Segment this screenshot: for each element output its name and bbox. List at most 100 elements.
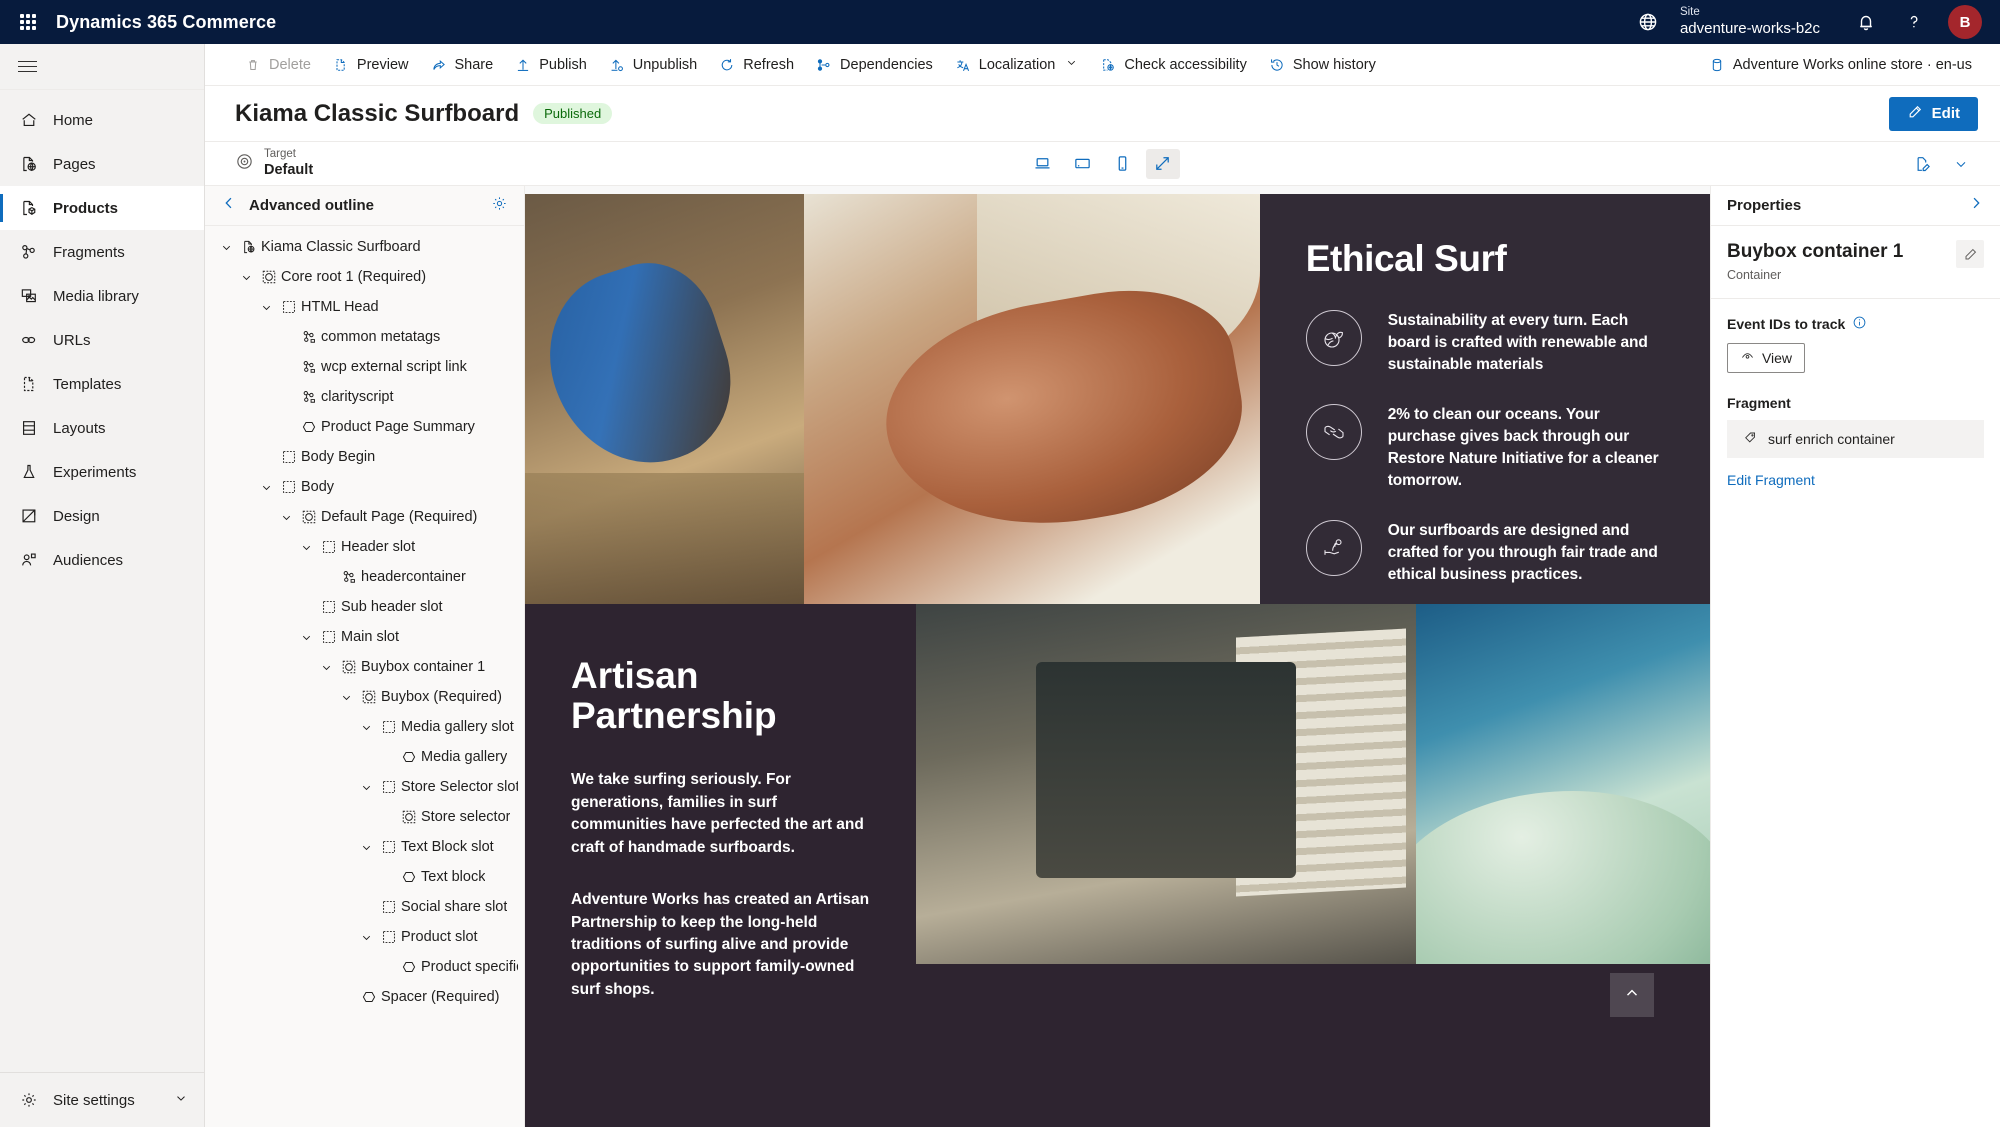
outline-tree-node[interactable]: Default Page (Required)	[205, 502, 524, 532]
outline-tree-node[interactable]: Kiama Classic Surfboard	[205, 232, 524, 262]
outline-node-label: Buybox (Required)	[381, 689, 502, 705]
outline-tree-node[interactable]: Core root 1 (Required)	[205, 262, 524, 292]
chevron-right-icon[interactable]	[1968, 195, 1984, 216]
outline-tree-node[interactable]: Buybox container 1	[205, 652, 524, 682]
view-event-ids-button[interactable]: View	[1727, 342, 1805, 373]
edit-fragment-link[interactable]: Edit Fragment	[1727, 472, 1984, 488]
outline-tree-node[interactable]: Media gallery slot	[205, 712, 524, 742]
info-icon[interactable]	[1852, 315, 1867, 333]
sidebar-item-pages[interactable]: Pages	[0, 142, 204, 186]
page-edit-icon[interactable]	[1906, 149, 1940, 179]
check-accessibility-button[interactable]: Check accessibility	[1090, 48, 1257, 82]
chevron-down-icon[interactable]	[355, 841, 377, 854]
outline-tree-node[interactable]: Main slot	[205, 622, 524, 652]
outline-tree-node[interactable]: Text Block slot	[205, 832, 524, 862]
page-preview-canvas: Ethical Surf Sustainability at every tur…	[525, 186, 1710, 1127]
outline-node-label: Product specification	[421, 959, 518, 975]
outline-tree-node[interactable]: wcp external script link	[205, 352, 524, 382]
preview-button[interactable]: Preview	[323, 48, 419, 82]
chevron-down-icon[interactable]	[1944, 149, 1978, 179]
outline-tree-node[interactable]: Store selector	[205, 802, 524, 832]
slot-icon	[277, 449, 301, 465]
desktop-view-icon[interactable]	[1026, 149, 1060, 179]
slot-icon	[317, 539, 341, 555]
outline-tree-node[interactable]: headercontainer	[205, 562, 524, 592]
outline-tree-node[interactable]: Buybox (Required)	[205, 682, 524, 712]
chevron-down-icon[interactable]	[255, 481, 277, 494]
main-region: Delete Preview Share Publish Unpublish R…	[205, 44, 2000, 1127]
target-selector[interactable]: Target Default	[235, 148, 313, 179]
outline-tree-node[interactable]: Social share slot	[205, 892, 524, 922]
globe-icon[interactable]	[1624, 0, 1672, 44]
chevron-down-icon[interactable]	[335, 691, 357, 704]
outline-tree-node[interactable]: common metatags	[205, 322, 524, 352]
chevron-down-icon[interactable]	[215, 241, 237, 254]
outline-tree-node[interactable]: Product slot	[205, 922, 524, 952]
outline-tree-node[interactable]: Sub header slot	[205, 592, 524, 622]
sidebar-item-home[interactable]: Home	[0, 98, 204, 142]
tablet-view-icon[interactable]	[1066, 149, 1100, 179]
chevron-down-icon[interactable]	[295, 541, 317, 554]
sidebar-item-site-settings[interactable]: Site settings	[0, 1073, 204, 1127]
template-icon	[18, 374, 39, 395]
hamburger-menu-icon[interactable]	[0, 44, 204, 90]
sidebar-item-media-library[interactable]: Media library	[0, 274, 204, 318]
sidebar-item-label: Home	[53, 111, 94, 129]
sidebar-item-design[interactable]: Design	[0, 494, 204, 538]
edit-button[interactable]: Edit	[1888, 96, 1978, 131]
refresh-button[interactable]: Refresh	[709, 48, 804, 82]
chevron-down-icon[interactable]	[355, 931, 377, 944]
sidebar-item-fragments[interactable]: Fragments	[0, 230, 204, 274]
sidebar-item-experiments[interactable]: Experiments	[0, 450, 204, 494]
localization-button[interactable]: Localization	[945, 48, 1089, 82]
chevron-down-icon[interactable]	[355, 721, 377, 734]
outline-tree-node[interactable]: Body Begin	[205, 442, 524, 472]
module-icon	[297, 509, 321, 525]
outline-tree-node[interactable]: Header slot	[205, 532, 524, 562]
sidebar-item-products[interactable]: Products	[0, 186, 204, 230]
avatar[interactable]: B	[1948, 5, 1982, 39]
outline-tree-node[interactable]: Text block	[205, 862, 524, 892]
sidebar-item-urls[interactable]: URLs	[0, 318, 204, 362]
share-button[interactable]: Share	[421, 48, 504, 82]
sidebar-item-templates[interactable]: Templates	[0, 362, 204, 406]
slot-icon	[317, 599, 341, 615]
chevron-down-icon[interactable]	[315, 661, 337, 674]
outline-tree-node[interactable]: clarityscript	[205, 382, 524, 412]
sidebar-item-layouts[interactable]: Layouts	[0, 406, 204, 450]
app-launcher-icon[interactable]	[0, 14, 56, 30]
chevron-down-icon[interactable]	[355, 781, 377, 794]
feature-item: Our surfboards are designed and crafted …	[1305, 520, 1664, 586]
outline-tree-node[interactable]: Store Selector slot	[205, 772, 524, 802]
chevron-down-icon[interactable]	[255, 301, 277, 314]
outline-tree-node[interactable]: Body	[205, 472, 524, 502]
outline-node-label: Spacer (Required)	[381, 989, 500, 1005]
channel-selector[interactable]: Adventure Works online store · en-us	[1699, 48, 1982, 82]
sidebar-item-audiences[interactable]: Audiences	[0, 538, 204, 582]
site-indicator[interactable]: Site adventure-works-b2c	[1680, 5, 1820, 38]
device-preview-toggle-group	[1026, 148, 1180, 179]
notification-bell-icon[interactable]	[1842, 0, 1890, 44]
outline-tree-node[interactable]: HTML Head	[205, 292, 524, 322]
outline-tree-node[interactable]: Spacer (Required)	[205, 982, 524, 1012]
chevron-down-icon[interactable]	[235, 271, 257, 284]
unpublish-button[interactable]: Unpublish	[599, 48, 708, 82]
scroll-to-top-button[interactable]	[1610, 973, 1654, 1017]
fragment-chip[interactable]: surf enrich container	[1727, 419, 1984, 458]
chevron-down-icon[interactable]	[275, 511, 297, 524]
outline-tree-node[interactable]: Media gallery	[205, 742, 524, 772]
chevron-down-icon[interactable]	[295, 631, 317, 644]
delete-button[interactable]: Delete	[235, 48, 321, 82]
edit-name-pencil-icon[interactable]	[1956, 240, 1984, 268]
mobile-view-icon[interactable]	[1106, 149, 1140, 179]
publish-button[interactable]: Publish	[505, 48, 597, 82]
fullscreen-view-icon[interactable]	[1145, 148, 1180, 179]
dependencies-button[interactable]: Dependencies	[806, 48, 943, 82]
help-question-icon[interactable]	[1890, 0, 1938, 44]
chevron-left-icon[interactable]	[221, 195, 237, 216]
event-ids-label-text: Event IDs to track	[1727, 315, 1846, 332]
show-history-button[interactable]: Show history	[1259, 48, 1386, 82]
outline-tree-node[interactable]: Product Page Summary	[205, 412, 524, 442]
outline-tree-node[interactable]: Product specification	[205, 952, 524, 982]
gear-icon[interactable]	[491, 195, 508, 217]
